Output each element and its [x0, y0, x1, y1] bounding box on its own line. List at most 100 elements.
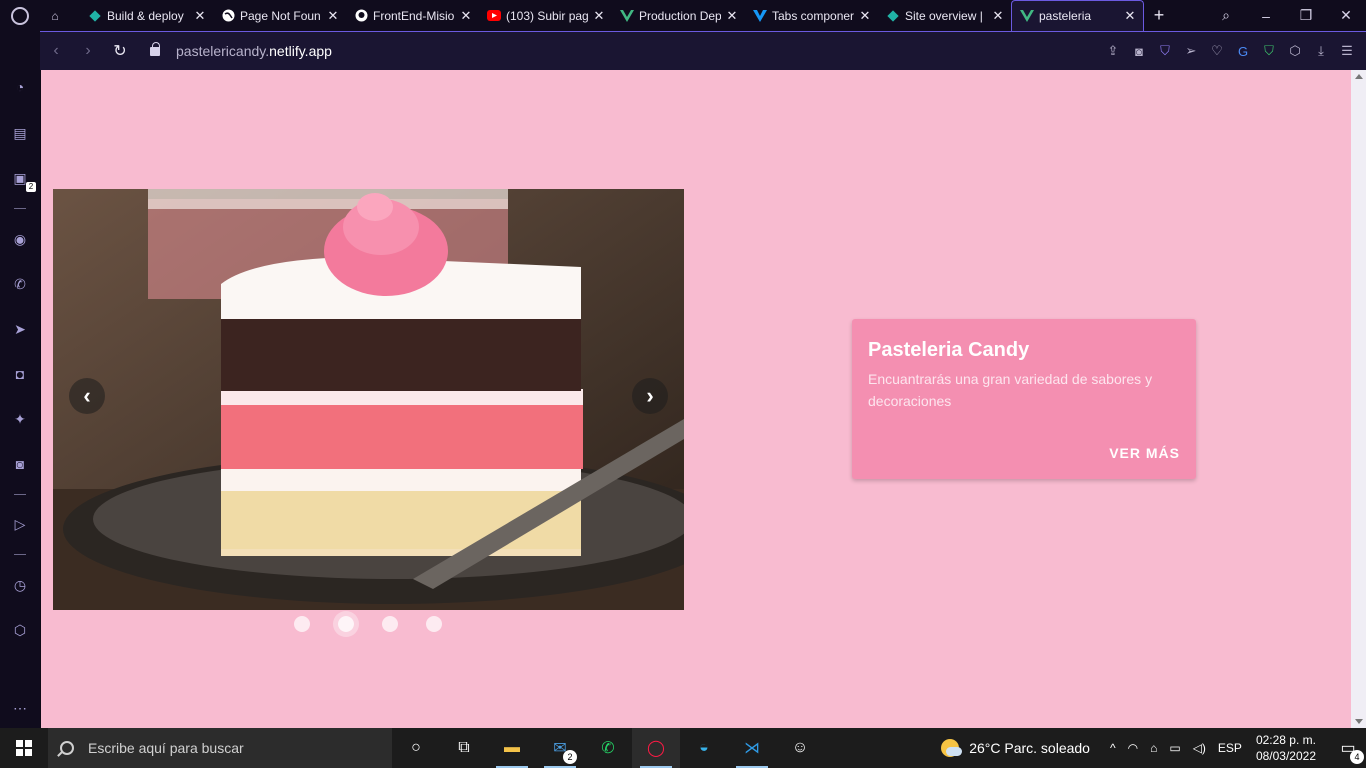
tab-title: FrontEnd-Misio: [373, 8, 455, 23]
forward-icon[interactable]: ›: [72, 42, 104, 60]
chevron-left-icon: ‹: [83, 383, 91, 408]
search-icon: [60, 741, 74, 755]
emoji-app-icon[interactable]: ☺: [776, 728, 824, 768]
windows-taskbar: Escribe aquí para buscar ○ ⧉ ▬ ✉ 2 ✆ ◯ ◒ …: [0, 728, 1366, 768]
discord-icon[interactable]: ◙: [10, 454, 30, 474]
close-icon[interactable]: ✕: [326, 8, 340, 24]
page-scrollbar[interactable]: [1351, 70, 1366, 728]
messenger-icon[interactable]: ◉: [10, 229, 30, 249]
edge-icon[interactable]: ◒: [680, 728, 728, 768]
carousel-dot[interactable]: [382, 616, 398, 632]
sidebar-divider: [14, 208, 26, 209]
tab-pasteleria[interactable]: pasteleria ✕: [1011, 0, 1144, 31]
whatsapp-icon[interactable]: ✆: [10, 274, 30, 294]
vuetify-icon: [753, 9, 767, 23]
tab-build-deploy[interactable]: Build & deploy ✕: [80, 0, 213, 31]
vscode-icon[interactable]: ⋊: [728, 728, 776, 768]
weather-widget[interactable]: 26°C Parc. soleado: [941, 739, 1090, 757]
tab-production-deploy[interactable]: Production Dep ✕: [612, 0, 745, 31]
notifications-icon[interactable]: ▭ 4: [1330, 738, 1366, 764]
clock-time: 02:28 p. m.: [1255, 733, 1316, 747]
carousel-prev-button[interactable]: ‹: [69, 378, 105, 414]
vpn-shield-icon[interactable]: ⛉: [1152, 43, 1178, 59]
onedrive-icon[interactable]: ⌂: [1150, 741, 1157, 755]
opera-sidebar: ◔ ▤ ▣ 2 ◉ ✆ ➤ ◘ ✦ ◙ ▷ ◷ ⬡ ⋯: [0, 31, 40, 728]
opera-gx-icon[interactable]: ◯: [632, 728, 680, 768]
restore-icon[interactable]: ❐: [1286, 7, 1326, 24]
history-icon[interactable]: ◷: [10, 575, 30, 595]
scroll-up-icon[interactable]: [1355, 74, 1363, 79]
tab-github[interactable]: FrontEnd-Misio ✕: [346, 0, 479, 31]
new-tab-button[interactable]: +: [1144, 5, 1174, 26]
scroll-down-icon[interactable]: [1355, 719, 1363, 724]
speed-dial-icon[interactable]: ◔: [10, 77, 30, 97]
lock-icon[interactable]: [150, 41, 160, 56]
clock[interactable]: 02:28 p. m. 08/03/2022: [1256, 732, 1316, 764]
cortana-icon[interactable]: ○: [392, 728, 440, 768]
close-icon[interactable]: ✕: [1123, 8, 1137, 24]
tab-tabs-component[interactable]: Tabs componer ✕: [745, 0, 878, 31]
battery-icon[interactable]: ▭: [1169, 741, 1180, 755]
carousel-next-button[interactable]: ›: [632, 378, 668, 414]
easy-setup-icon[interactable]: ☰: [1334, 43, 1360, 59]
back-icon[interactable]: ‹: [40, 42, 72, 60]
taskbar-search[interactable]: Escribe aquí para buscar: [48, 728, 392, 768]
telegram-icon[interactable]: ➤: [10, 319, 30, 339]
tab-site-overview[interactable]: Site overview | ✕: [878, 0, 1011, 31]
volume-icon[interactable]: ◁): [1193, 741, 1206, 755]
tab-title: pasteleria: [1039, 9, 1092, 23]
player-icon[interactable]: ▷: [10, 514, 30, 534]
tab-gx-corner[interactable]: ⌂: [40, 0, 80, 31]
browser-tab-bar: ⌂ Build & deploy ✕ Page Not Foun ✕ Front…: [0, 0, 1366, 31]
sidebar-divider: [14, 554, 26, 555]
chevron-up-icon[interactable]: ^: [1110, 741, 1116, 755]
tab-youtube[interactable]: (103) Subir pag ✕: [479, 0, 612, 31]
whatsapp-icon[interactable]: ✆: [584, 728, 632, 768]
more-icon[interactable]: ⋯: [10, 698, 30, 718]
language-indicator[interactable]: ESP: [1218, 741, 1242, 755]
translate-icon[interactable]: G: [1230, 44, 1256, 59]
twitter-icon[interactable]: ✦: [10, 409, 30, 429]
minimize-icon[interactable]: –: [1246, 8, 1286, 24]
ver-mas-button[interactable]: VER MÁS: [1109, 445, 1180, 461]
carousel-dot-active[interactable]: [338, 616, 354, 632]
close-icon[interactable]: ✕: [991, 8, 1005, 24]
task-view-icon[interactable]: ⧉: [440, 728, 488, 768]
file-explorer-icon[interactable]: ▬: [488, 728, 536, 768]
cube-icon[interactable]: ⬡: [1282, 43, 1308, 59]
close-window-icon[interactable]: ✕: [1326, 7, 1366, 24]
tab-title: Build & deploy: [107, 8, 184, 23]
search-tabs-icon[interactable]: ⌕: [1206, 7, 1246, 24]
reload-icon[interactable]: ↻: [104, 41, 136, 61]
share-icon[interactable]: ⇪: [1100, 43, 1126, 59]
carousel-dot[interactable]: [294, 616, 310, 632]
mail-icon[interactable]: ✉ 2: [536, 728, 584, 768]
window-controls: ⌕ – ❐ ✕: [1206, 0, 1366, 31]
github-icon: [354, 9, 368, 23]
carousel-dot[interactable]: [426, 616, 442, 632]
youtube-icon: [487, 9, 501, 23]
close-icon[interactable]: ✕: [858, 8, 872, 24]
weather-text: 26°C Parc. soleado: [969, 740, 1090, 756]
send-icon[interactable]: ➢: [1178, 43, 1204, 59]
windows-logo-icon: [16, 740, 32, 756]
adblock-shield-icon[interactable]: ⛉: [1256, 43, 1282, 59]
heart-icon[interactable]: ♡: [1204, 43, 1230, 59]
tab-title: Production Dep: [639, 8, 721, 23]
extensions-cube-icon[interactable]: ⬡: [10, 620, 30, 640]
opera-menu-icon[interactable]: [0, 0, 40, 31]
close-icon[interactable]: ✕: [725, 8, 739, 24]
download-icon[interactable]: ⤓: [1308, 43, 1334, 59]
url-field[interactable]: pastelericandy.netlify.app: [176, 43, 332, 59]
close-icon[interactable]: ✕: [459, 8, 473, 24]
instagram-icon[interactable]: ◘: [10, 364, 30, 384]
tab-page-not-found[interactable]: Page Not Foun ✕: [213, 0, 346, 31]
network-icon[interactable]: ◠: [1128, 741, 1138, 755]
tab-title: Tabs componer: [772, 8, 854, 23]
start-button[interactable]: [0, 728, 48, 768]
notifications-badge: 4: [1350, 750, 1364, 764]
close-icon[interactable]: ✕: [592, 8, 606, 24]
close-icon[interactable]: ✕: [193, 8, 207, 24]
bag-icon[interactable]: ▤: [10, 123, 30, 143]
snapshot-icon[interactable]: ◙: [1126, 44, 1152, 59]
